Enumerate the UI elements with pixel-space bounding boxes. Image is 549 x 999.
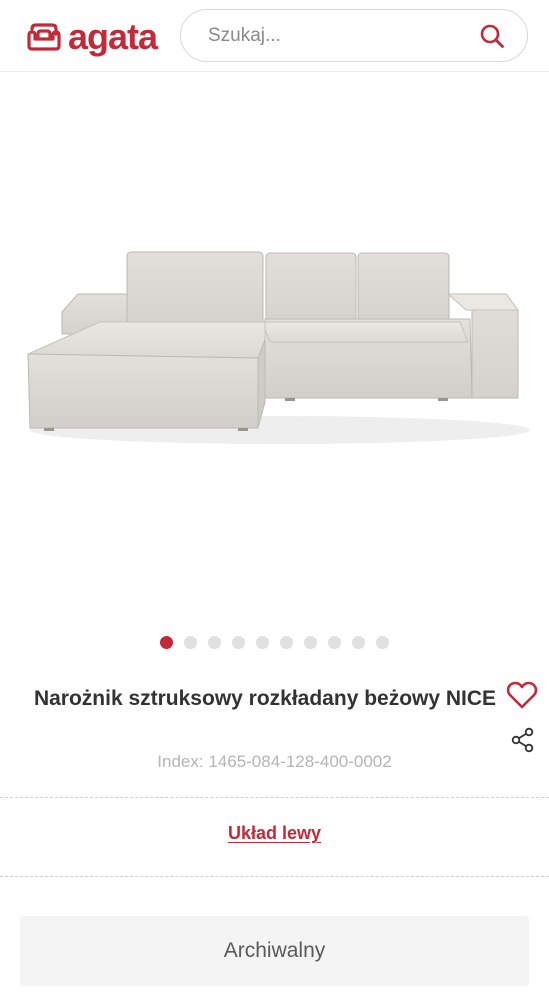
product-title: Narożnik sztruksowy rozkładany beżowy NI…: [33, 687, 497, 710]
sofa-image: [27, 251, 530, 444]
gallery-dot-10[interactable]: [376, 636, 389, 649]
search-input[interactable]: [208, 24, 448, 47]
gallery-dot-7[interactable]: [304, 636, 317, 649]
gallery-dot-9[interactable]: [352, 636, 365, 649]
gallery-dot-5[interactable]: [256, 636, 269, 649]
gallery-dot-2[interactable]: [184, 636, 197, 649]
gallery-dot-8[interactable]: [328, 636, 341, 649]
product-index: Index: 1465-084-128-400-0002: [157, 752, 392, 771]
availability-status: Archiwalny: [20, 916, 529, 986]
divider: [0, 876, 549, 877]
sofa-logo-icon: [27, 23, 61, 51]
logo[interactable]: agata: [26, 14, 158, 60]
gallery-dot-4[interactable]: [232, 636, 245, 649]
gallery-dot-3[interactable]: [208, 636, 221, 649]
search-icon[interactable]: [479, 23, 505, 49]
heart-icon[interactable]: [506, 681, 538, 709]
gallery-dot-1[interactable]: [160, 636, 173, 649]
header: agata: [0, 0, 549, 72]
logo-text: agata: [68, 16, 158, 57]
search-bar[interactable]: [180, 9, 528, 62]
gallery-dot-6[interactable]: [280, 636, 293, 649]
product-image[interactable]: [0, 72, 549, 622]
divider: [0, 797, 549, 798]
layout-option-link[interactable]: Układ lewy: [0, 823, 549, 844]
gallery-pagination: [160, 636, 389, 649]
share-icon[interactable]: [510, 727, 536, 753]
